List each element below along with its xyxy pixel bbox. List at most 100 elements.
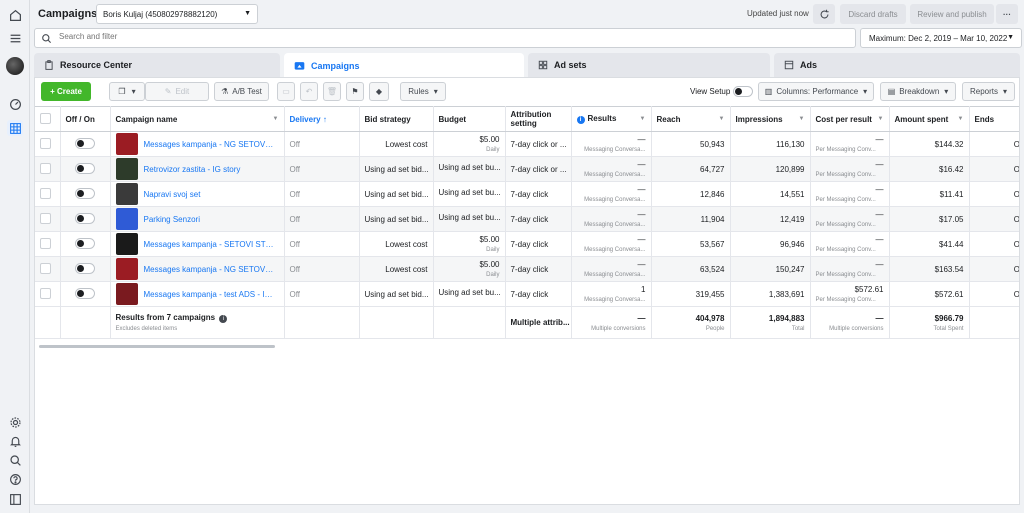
campaign-toggle[interactable] — [75, 187, 95, 199]
row-select-cell[interactable] — [35, 181, 61, 207]
row-select-cell[interactable] — [35, 156, 61, 182]
campaign-name-link[interactable]: Messages kampanja - NG SETOVI CA... — [144, 140, 274, 149]
bell-icon[interactable] — [7, 433, 23, 449]
col-budget[interactable]: Budget — [433, 106, 506, 132]
dashboard-icon[interactable] — [7, 96, 23, 112]
summary-cpr-cell: — Multiple conversions — [810, 306, 890, 339]
clipboard-button[interactable]: ▭ — [277, 82, 295, 101]
name-cell: Parking Senzori — [110, 206, 285, 232]
campaign-toggle[interactable] — [75, 262, 95, 274]
tab-adsets[interactable]: Ad sets — [528, 53, 770, 77]
help-icon[interactable] — [7, 471, 23, 487]
ads-manager-icon[interactable] — [7, 120, 23, 136]
tag-button[interactable]: ◆ — [369, 82, 389, 101]
col-spent[interactable]: Amount spent ▼ — [889, 106, 970, 132]
campaign-toggle[interactable] — [75, 237, 95, 249]
search-icon[interactable] — [7, 452, 23, 468]
row-checkbox[interactable] — [40, 237, 51, 249]
undo-button[interactable]: ↶ — [300, 82, 318, 101]
view-setup-toggle[interactable] — [733, 86, 753, 97]
rules-button[interactable]: Rules ▾ — [400, 82, 446, 101]
preview-button[interactable]: ⚑ — [346, 82, 364, 101]
ab-test-button[interactable]: ⚗ A/B Test — [214, 82, 269, 101]
campaign-thumbnail — [115, 233, 138, 255]
col-cpr[interactable]: Cost per result ▼ — [810, 106, 890, 132]
row-checkbox[interactable] — [40, 162, 51, 174]
tab-campaigns[interactable]: Campaigns — [284, 53, 524, 78]
campaign-name-link[interactable]: Messages kampanja - NG SETOVI CA... — [144, 265, 274, 274]
row-select-cell[interactable] — [35, 231, 61, 257]
col-onoff[interactable]: Off / On — [60, 106, 111, 132]
more-button[interactable]: ··· — [996, 4, 1018, 24]
table-row[interactable]: Messages kampanja - test ADS - Inst... Of… — [35, 281, 1019, 307]
cpr-value: $572.61 — [854, 285, 884, 294]
breakdown-button[interactable]: ▤ Breakdown ▾ — [880, 82, 956, 101]
col-delivery[interactable]: Delivery ↑ — [284, 106, 360, 132]
delivery-cell: Off — [284, 231, 360, 257]
select-all-cell[interactable] — [35, 106, 61, 132]
search-input[interactable] — [59, 32, 559, 41]
onoff-cell — [60, 131, 111, 157]
refresh-button[interactable] — [813, 4, 835, 24]
col-impressions[interactable]: Impressions ▼ — [730, 106, 811, 132]
columns-button[interactable]: ▥ Columns: Performance ▾ — [758, 82, 874, 101]
account-selector[interactable]: Boris Kuljaj (450802978882120) ▼ — [96, 4, 258, 24]
row-checkbox[interactable] — [40, 262, 51, 274]
tab-resource-center[interactable]: Resource Center — [34, 53, 280, 77]
campaign-folder-icon — [294, 60, 305, 71]
campaign-toggle[interactable] — [75, 287, 95, 299]
summary-empty — [969, 306, 1019, 339]
delete-button[interactable]: 🗑 — [323, 82, 341, 101]
horizontal-scrollbar[interactable] — [39, 345, 275, 348]
review-publish-button[interactable]: Review and publish — [910, 4, 994, 24]
col-ends[interactable]: Ends — [969, 106, 1019, 132]
campaign-name-link[interactable]: Messages kampanja - SETOVI STORY — [144, 240, 274, 249]
col-reach[interactable]: Reach ▼ — [651, 106, 731, 132]
col-results[interactable]: i Results ▼ — [571, 106, 652, 132]
campaign-toggle[interactable] — [75, 212, 95, 224]
menu-icon[interactable] — [7, 30, 23, 46]
edit-button[interactable]: ✎ Edit — [145, 82, 209, 101]
cpr-cell: $572.61 Per Messaging Conv... — [810, 281, 890, 307]
settings-icon[interactable] — [7, 414, 23, 430]
campaign-name-link[interactable]: Messages kampanja - test ADS - Inst... — [144, 290, 274, 299]
reports-button[interactable]: Reports ▾ — [962, 82, 1015, 101]
table-row[interactable]: Parking Senzori Off Using ad set bid... Usi… — [35, 206, 1019, 232]
cpr-cell: — Per Messaging Conv... — [810, 231, 890, 257]
col-name[interactable]: Campaign name ▼ — [110, 106, 285, 132]
col-bid[interactable]: Bid strategy — [359, 106, 434, 132]
avatar[interactable] — [6, 57, 24, 75]
preview-icon: ⚑ — [351, 87, 359, 96]
table-row[interactable]: Retrovizor zastita - IG story Off Using ad… — [35, 156, 1019, 182]
create-button[interactable]: + Create — [41, 82, 91, 101]
home-icon[interactable] — [7, 7, 23, 23]
table-row[interactable]: Messages kampanja - SETOVI STORY Off Lowes… — [35, 231, 1019, 257]
table-row[interactable]: Messages kampanja - NG SETOVI CA... Off Lo… — [35, 256, 1019, 282]
table-row[interactable]: Messages kampanja - NG SETOVI CA... Off Lo… — [35, 131, 1019, 157]
campaign-name-link[interactable]: Retrovizor zastita - IG story — [144, 165, 274, 174]
campaign-toggle[interactable] — [75, 162, 95, 174]
discard-drafts-button[interactable]: Discard drafts — [840, 4, 906, 24]
cpr-cell: — Per Messaging Conv... — [810, 206, 890, 232]
date-range-picker[interactable]: Maximum: Dec 2, 2019 – Mar 10, 2022 ▼ — [860, 28, 1022, 48]
campaign-name-link[interactable]: Parking Senzori — [144, 215, 274, 224]
row-select-cell[interactable] — [35, 131, 61, 157]
campaign-name-link[interactable]: Napravi svoj set — [144, 190, 274, 199]
duplicate-button[interactable]: ❐ ▾ — [109, 82, 145, 101]
row-select-cell[interactable] — [35, 206, 61, 232]
row-select-cell[interactable] — [35, 281, 61, 307]
row-checkbox[interactable] — [40, 137, 51, 149]
tab-ads[interactable]: Ads — [774, 53, 1020, 77]
campaign-toggle[interactable] — [75, 137, 95, 149]
table-row[interactable]: Napravi svoj set Off Using ad set bid... Us… — [35, 181, 1019, 207]
row-select-cell[interactable] — [35, 256, 61, 282]
sidebar-toggle-icon[interactable] — [7, 491, 23, 507]
row-checkbox[interactable] — [40, 187, 51, 199]
col-attribution[interactable]: Attribution setting — [505, 106, 572, 132]
select-all-checkbox[interactable] — [40, 112, 51, 124]
row-checkbox[interactable] — [40, 212, 51, 224]
row-checkbox[interactable] — [40, 287, 51, 299]
campaign-thumbnail — [115, 208, 138, 230]
budget-value: $5.00 — [479, 260, 500, 269]
search-bar[interactable] — [34, 28, 856, 48]
